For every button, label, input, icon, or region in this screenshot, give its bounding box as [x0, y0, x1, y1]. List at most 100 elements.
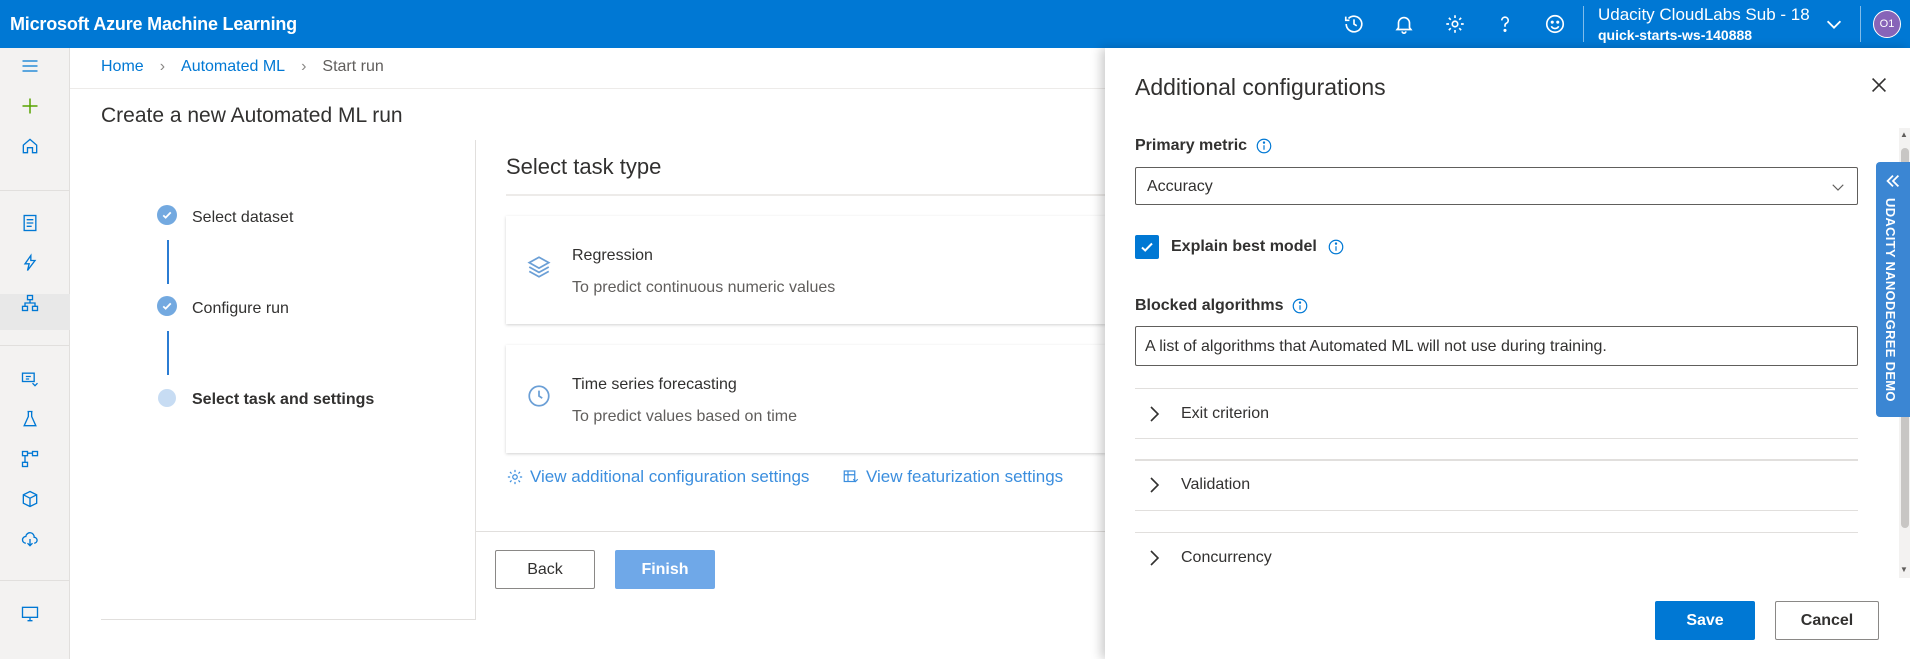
experiments-icon[interactable] — [17, 406, 43, 432]
additional-config-link-label[interactable]: View additional configuration settings — [530, 467, 809, 487]
bell-icon[interactable] — [1390, 10, 1418, 38]
additional-configurations-panel: Additional configurations Primary metric… — [1105, 48, 1910, 659]
info-icon — [1293, 298, 1308, 314]
chevron-right-icon — [1150, 406, 1160, 422]
app-title[interactable]: Microsoft Azure Machine Learning — [10, 14, 297, 35]
blocked-algorithms-input[interactable]: A list of algorithms that Automated ML w… — [1135, 326, 1858, 366]
breadcrumb-current: Start run — [322, 58, 384, 75]
task-card-time-series[interactable]: Time series forecasting To predict value… — [506, 345, 1106, 453]
blocked-algorithms-label-text: Blocked algorithms — [1135, 297, 1284, 314]
panel-title: Additional configurations — [1135, 74, 1386, 100]
section-label: Concurrency — [1181, 549, 1272, 566]
datasets-icon[interactable] — [17, 366, 43, 392]
scroll-down-arrow[interactable]: ▼ — [1900, 565, 1908, 574]
info-icon — [1256, 138, 1272, 154]
side-tab-label: UDACITY NANODEGREE DEMO — [1883, 198, 1898, 402]
task-title-divider — [506, 194, 1106, 196]
chevron-down-icon[interactable] — [1820, 10, 1848, 38]
step-select-task[interactable]: Select task and settings — [192, 391, 374, 409]
designer-icon[interactable] — [17, 290, 43, 316]
step-connector — [167, 240, 169, 284]
left-nav-rail — [0, 48, 70, 659]
explain-best-model-checkbox[interactable] — [1135, 235, 1159, 259]
checkmark-icon — [1141, 242, 1153, 252]
compute-icon[interactable] — [17, 601, 43, 627]
chevron-right-icon — [1150, 477, 1160, 493]
home-icon[interactable] — [17, 133, 43, 159]
primary-metric-value: Accuracy — [1147, 178, 1213, 195]
section-divider — [1135, 460, 1858, 461]
chevron-down-icon — [1832, 184, 1844, 191]
breadcrumb-home[interactable]: Home — [101, 58, 144, 76]
scroll-up-arrow[interactable]: ▲ — [1900, 130, 1908, 139]
cancel-button[interactable]: Cancel — [1775, 601, 1879, 640]
task-type-title: Select task type — [506, 154, 662, 179]
top-bar: Microsoft Azure Machine Learning Udacity… — [0, 0, 1910, 48]
info-icon — [1328, 239, 1344, 255]
step-current-icon — [158, 389, 176, 407]
header-divider — [70, 88, 1110, 89]
primary-metric-label: Primary metric — [1135, 137, 1273, 155]
gear-icon — [507, 469, 523, 485]
step-select-dataset[interactable]: Select dataset — [192, 209, 293, 227]
section-divider — [1135, 438, 1858, 439]
blocked-algorithms-label: Blocked algorithms — [1135, 297, 1309, 315]
section-exit-criterion[interactable]: Exit criterion — [1135, 388, 1858, 438]
clock-icon — [526, 383, 552, 409]
layers-icon — [526, 254, 552, 280]
featurization-icon — [843, 470, 859, 483]
help-icon[interactable] — [1491, 10, 1519, 38]
task-name: Regression — [572, 247, 653, 264]
back-button[interactable]: Back — [495, 550, 595, 589]
finish-button[interactable]: Finish — [615, 550, 715, 589]
notebook-icon[interactable] — [17, 210, 43, 236]
step-complete-icon — [157, 296, 177, 316]
breadcrumb: Home › Automated ML › Start run — [101, 58, 384, 76]
breadcrumb-automl[interactable]: Automated ML — [181, 58, 285, 76]
section-label: Validation — [1181, 476, 1251, 493]
automl-icon[interactable] — [17, 250, 43, 276]
chevron-right-icon — [1150, 550, 1160, 566]
gear-icon[interactable] — [1441, 10, 1469, 38]
pipelines-icon[interactable] — [17, 446, 43, 472]
primary-metric-label-text: Primary metric — [1135, 137, 1248, 154]
section-label: Exit criterion — [1181, 405, 1270, 422]
workspace-name[interactable]: quick-starts-ws-140888 — [1598, 27, 1752, 43]
toolbar-divider — [1583, 6, 1584, 42]
step-configure-run[interactable]: Configure run — [192, 300, 289, 318]
primary-metric-dropdown[interactable]: Accuracy — [1135, 167, 1858, 205]
breadcrumb-separator: › — [159, 58, 166, 75]
close-icon[interactable] — [1868, 74, 1890, 96]
section-validation[interactable]: Validation — [1135, 459, 1858, 509]
step-complete-icon — [157, 205, 177, 225]
featurization-link[interactable]: View featurization settings — [842, 467, 1063, 487]
history-icon[interactable] — [1340, 10, 1368, 38]
save-button[interactable]: Save — [1655, 601, 1755, 640]
task-name: Time series forecasting — [572, 376, 737, 393]
explain-best-model-text: Explain best model — [1171, 238, 1317, 255]
section-divider — [1135, 510, 1858, 511]
footer-divider — [476, 531, 1116, 532]
page-title: Create a new Automated ML run — [101, 104, 403, 127]
rail-divider — [0, 580, 70, 581]
hamburger-menu-icon[interactable] — [17, 53, 43, 79]
additional-config-link[interactable]: View additional configuration settings — [506, 467, 809, 487]
explain-best-model-label: Explain best model — [1171, 238, 1345, 256]
task-description: To predict values based on time — [572, 408, 798, 425]
section-concurrency[interactable]: Concurrency — [1135, 532, 1858, 582]
models-icon[interactable] — [17, 486, 43, 512]
double-chevron-left-icon — [1886, 174, 1900, 188]
plus-icon[interactable] — [17, 93, 43, 119]
toolbar-divider — [1860, 6, 1861, 42]
rail-divider — [0, 190, 70, 191]
rail-divider — [0, 345, 70, 346]
featurization-link-label[interactable]: View featurization settings — [866, 467, 1063, 487]
breadcrumb-separator: › — [301, 58, 307, 75]
avatar[interactable]: O1 — [1873, 10, 1901, 38]
nanodegree-demo-tab[interactable]: UDACITY NANODEGREE DEMO — [1876, 162, 1910, 417]
task-description: To predict continuous numeric values — [572, 279, 836, 296]
smiley-icon[interactable] — [1541, 10, 1569, 38]
task-card-regression[interactable]: Regression To predict continuous numeric… — [506, 216, 1106, 324]
endpoints-icon[interactable] — [17, 526, 43, 552]
subscription-name[interactable]: Udacity CloudLabs Sub - 18 — [1598, 5, 1810, 25]
